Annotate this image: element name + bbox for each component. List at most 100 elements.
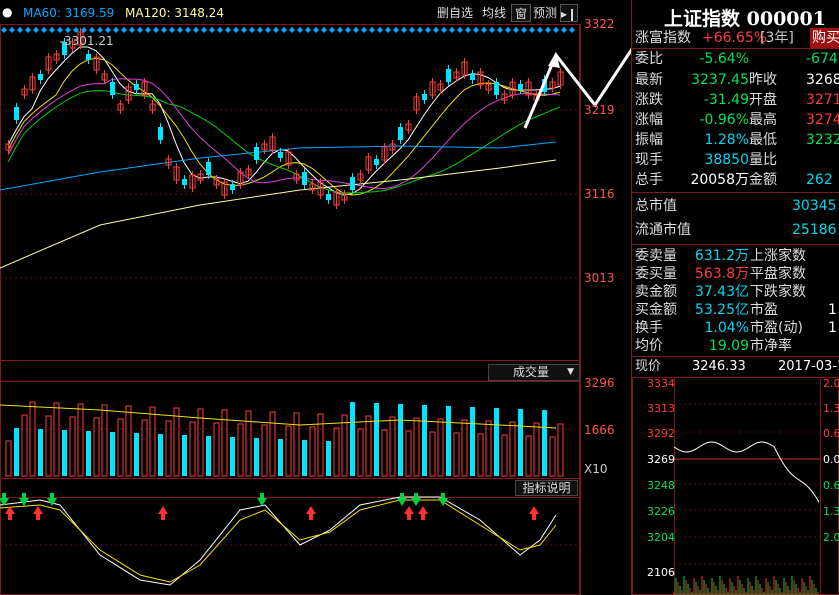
candle-down (230, 184, 235, 190)
total-hand-value: 20058万 (690, 172, 749, 188)
ma-dot: ● (2, 5, 13, 19)
intraday-date: 2017-03-1 (778, 359, 839, 374)
volume-bar-up (381, 429, 388, 477)
volume-menu[interactable]: 成交量 ▼ (488, 364, 580, 381)
buy-qty-value: 563.8万 (694, 266, 749, 282)
buy-arrow-icon (5, 506, 15, 520)
candle-down (350, 177, 355, 190)
volume-bar-down (494, 408, 499, 476)
volume-bar-down (398, 404, 403, 476)
volume-bar-up (461, 419, 468, 477)
diamond-mark (57, 27, 63, 33)
diamond-mark (233, 27, 239, 33)
diamond-mark (337, 27, 343, 33)
diamond-mark (385, 27, 391, 33)
diamond-mark (345, 27, 351, 33)
forecast-button[interactable]: 预测 (530, 4, 560, 22)
ma-toggle-button[interactable]: 均线 (479, 4, 509, 22)
weibi-value: -5.64% (699, 51, 749, 67)
buy-amount-label: 买金额 (635, 302, 677, 318)
diamond-mark (113, 27, 119, 33)
diamond-mark (465, 27, 471, 33)
avg-price-label: 均价 (635, 338, 663, 354)
exit-icon[interactable]: ▸❙ (560, 4, 578, 22)
volume-bar-down (542, 410, 547, 476)
buy-arrow-icon (33, 506, 43, 520)
rising-count-label: 上涨家数 (750, 248, 806, 264)
diamond-mark (513, 27, 519, 33)
wenfu-value: +66.65% (702, 30, 768, 46)
diamond-mark (409, 27, 415, 33)
candle-down (326, 194, 331, 200)
volume-bar-down (110, 432, 115, 476)
intraday-right-axis-1: 2.0 (823, 377, 839, 390)
sell-qty-value: 631.2万 (694, 248, 749, 264)
volume-bar-up (357, 428, 364, 477)
buy-arrow-icon (418, 506, 428, 520)
volume-bar-up (189, 421, 196, 477)
window-button[interactable]: 窗 (511, 4, 532, 22)
wenfu-label: 涨富指数 (635, 30, 691, 46)
high-label: 最高 (749, 112, 777, 128)
volume-bar-up (141, 419, 148, 477)
diamond-mark (561, 27, 567, 33)
kline-chart[interactable] (0, 0, 632, 595)
volume-bar-up (509, 421, 516, 477)
diamond-mark (521, 27, 527, 33)
diamond-mark (89, 27, 95, 33)
volume-bar-down (518, 409, 523, 476)
prev-close-label: 昨收 (749, 72, 777, 88)
volume-axis-1: 3296 (584, 376, 615, 390)
diamond-mark (473, 27, 479, 33)
diamond-mark (17, 27, 23, 33)
turnover-value: 1.04% (704, 320, 749, 336)
volume-bar-down (350, 402, 355, 476)
amplitude-value: 1.28% (704, 132, 749, 148)
volume-bar-up (173, 407, 180, 477)
buy-button[interactable]: 购买 (810, 28, 839, 48)
volume-bar-up (93, 417, 100, 477)
prev-close-value: 3268 (806, 72, 839, 88)
diamond-mark (65, 27, 71, 33)
volume-bar-up (69, 416, 76, 477)
weicha-value: -674 (806, 51, 838, 67)
volume-bar-down (422, 405, 427, 476)
diamond-mark (209, 27, 215, 33)
intraday-left-axis-7: 3204 (647, 531, 675, 544)
volume-bar-up (45, 415, 52, 477)
remove-favorite-button[interactable]: 删自选 (434, 4, 476, 22)
diamond-mark (145, 27, 151, 33)
current-hand-label: 现手 (635, 152, 663, 168)
diamond-mark (457, 27, 463, 33)
candle-down (206, 162, 211, 175)
diamond-mark (401, 27, 407, 33)
volume-bar-down (158, 434, 163, 476)
price-axis-3: 3116 (584, 187, 615, 201)
diamond-mark (1, 27, 7, 33)
wenfu-period: [3年] (760, 30, 794, 46)
float-cap-value: 25186 (792, 222, 837, 238)
volume-bar-up (149, 406, 156, 477)
volume-bar-up (405, 430, 412, 477)
indicator-help-button[interactable]: 指标说明 (515, 480, 578, 496)
now-price-label: 现价 (635, 359, 662, 374)
diamond-mark (153, 27, 159, 33)
volume-bar-down (278, 439, 283, 476)
candle-down (254, 147, 259, 160)
ma20-line (7, 78, 561, 189)
volume-bar-up (453, 432, 460, 477)
volume-bar-down (254, 438, 259, 476)
indicator-lines (0, 496, 557, 586)
intraday-right-axis-7: 2.0 (823, 531, 839, 544)
signal-diamond-strip (1, 27, 575, 33)
total-cap-label: 总市值 (635, 198, 677, 214)
pe-label: 市盈 (750, 302, 778, 318)
pb-label: 市净率 (750, 338, 792, 354)
buy-qty-label: 委买量 (635, 266, 677, 282)
volume-bar-up (309, 426, 316, 477)
candle-down (38, 74, 43, 80)
weibi-label: 委比 (635, 51, 663, 67)
volume-bar-up (413, 417, 420, 477)
ma120-line (0, 159, 557, 269)
flat-count-label: 平盘家数 (750, 266, 806, 282)
